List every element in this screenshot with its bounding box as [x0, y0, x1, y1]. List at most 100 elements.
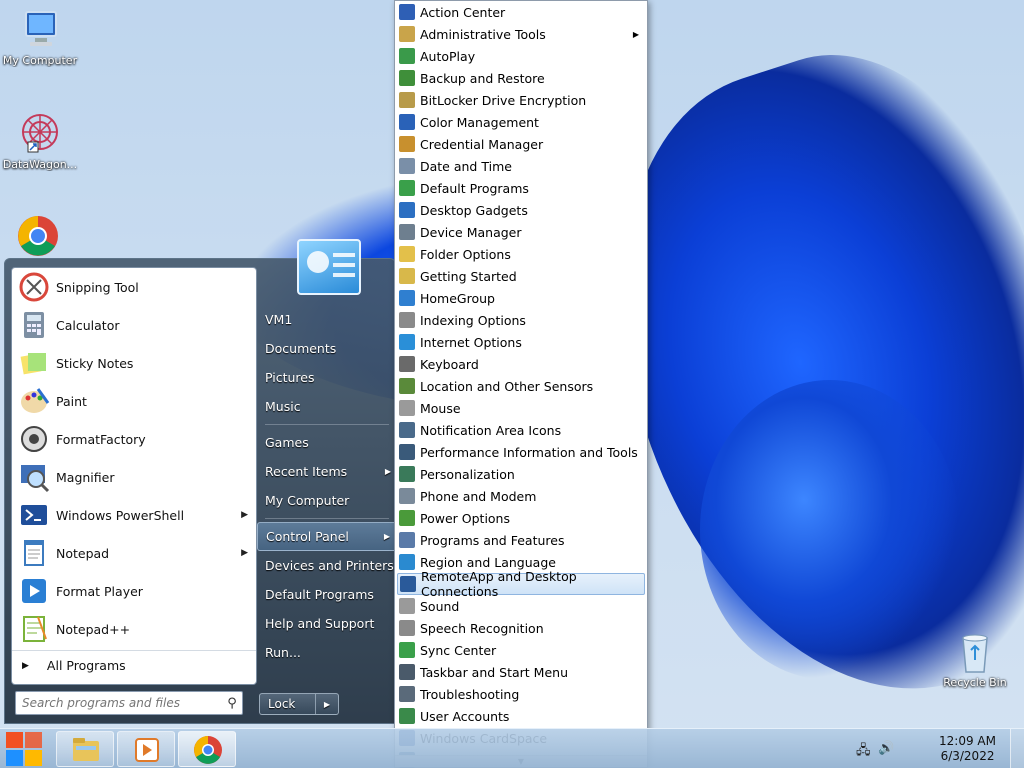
program-notepad[interactable]: Notepad ▶	[12, 534, 256, 572]
lock-control: Lock ▶	[259, 693, 339, 715]
cp-item-label: Programs and Features	[420, 532, 565, 548]
start-item-run[interactable]: Run...	[257, 638, 397, 667]
cp-item-folder-options[interactable]: Folder Options	[395, 243, 647, 265]
cp-item-label: AutoPlay	[420, 48, 476, 64]
start-item-control-panel[interactable]: Control Panel ▶	[257, 522, 397, 551]
taskbar-media-player[interactable]	[117, 731, 175, 767]
cp-item-taskbar-and-start-menu[interactable]: Taskbar and Start Menu	[395, 661, 647, 683]
region-and-language-icon	[399, 554, 415, 570]
start-item-label: Recent Items	[265, 464, 348, 479]
cp-item-power-options[interactable]: Power Options	[395, 507, 647, 529]
program-label: Notepad++	[56, 621, 131, 637]
cp-item-internet-options[interactable]: Internet Options	[395, 331, 647, 353]
cp-item-administrative-tools[interactable]: Administrative Tools ▶	[395, 23, 647, 45]
desktop-icon-chrome[interactable]	[0, 214, 76, 260]
cp-item-speech-recognition[interactable]: Speech Recognition	[395, 617, 647, 639]
shutdown-options-button[interactable]: ▶	[316, 694, 338, 714]
cp-item-action-center[interactable]: Action Center	[395, 1, 647, 23]
start-item-vm1[interactable]: VM1	[257, 305, 397, 334]
program-label: Sticky Notes	[56, 355, 134, 371]
start-item-documents[interactable]: Documents	[257, 334, 397, 363]
cp-item-device-manager[interactable]: Device Manager	[395, 221, 647, 243]
cp-item-sound[interactable]: Sound	[395, 595, 647, 617]
program-notepadpp[interactable]: Notepad++	[12, 610, 256, 648]
cp-item-credential-manager[interactable]: Credential Manager	[395, 133, 647, 155]
administrative-tools-icon	[399, 26, 415, 42]
start-item-my-computer[interactable]: My Computer	[257, 486, 397, 515]
desktop-icon-datawagon[interactable]: DataWagon...	[0, 112, 80, 171]
start-item-recent-items[interactable]: Recent Items ▶	[257, 457, 397, 486]
cp-item-bitlocker-drive-encryption[interactable]: BitLocker Drive Encryption	[395, 89, 647, 111]
cp-item-label: Power Options	[420, 510, 510, 526]
chevron-right-icon: ▶	[323, 699, 331, 709]
programs-and-features-icon	[399, 532, 415, 548]
cp-item-date-and-time[interactable]: Date and Time	[395, 155, 647, 177]
taskbar-chrome[interactable]	[178, 731, 236, 767]
program-label: Format Player	[56, 583, 143, 599]
start-right-pane: VM1 Documents Pictures Music Games Recen…	[257, 305, 397, 667]
taskbar-explorer[interactable]	[56, 731, 114, 767]
program-sticky-notes[interactable]: Sticky Notes	[12, 344, 256, 382]
start-item-devices-and-printers[interactable]: Devices and Printers	[257, 551, 397, 580]
internet-options-icon	[399, 334, 415, 350]
clock[interactable]: 12:09 AM 6/3/2022	[939, 734, 996, 764]
cp-item-color-management[interactable]: Color Management	[395, 111, 647, 133]
cp-item-phone-and-modem[interactable]: Phone and Modem	[395, 485, 647, 507]
cp-item-label: HomeGroup	[420, 290, 495, 306]
cp-item-label: Personalization	[420, 466, 515, 482]
lock-button[interactable]: Lock	[260, 694, 316, 714]
start-item-games[interactable]: Games	[257, 428, 397, 457]
search-box[interactable]: ⚲	[15, 691, 243, 715]
program-windows-powershell[interactable]: Windows PowerShell ▶	[12, 496, 256, 534]
cp-item-notification-area-icons[interactable]: Notification Area Icons	[395, 419, 647, 441]
cp-item-keyboard[interactable]: Keyboard	[395, 353, 647, 375]
start-item-pictures[interactable]: Pictures	[257, 363, 397, 392]
program-snipping-tool[interactable]: Snipping Tool	[12, 268, 256, 306]
user-picture[interactable]	[297, 239, 361, 295]
start-item-default-programs[interactable]: Default Programs	[257, 580, 397, 609]
program-calculator[interactable]: Calculator	[12, 306, 256, 344]
cp-item-personalization[interactable]: Personalization	[395, 463, 647, 485]
cp-item-sync-center[interactable]: Sync Center	[395, 639, 647, 661]
start-item-music[interactable]: Music	[257, 392, 397, 421]
program-paint[interactable]: Paint	[12, 382, 256, 420]
cp-item-homegroup[interactable]: HomeGroup	[395, 287, 647, 309]
all-programs[interactable]: ▶ All Programs	[12, 650, 256, 680]
cp-item-indexing-options[interactable]: Indexing Options	[395, 309, 647, 331]
program-label: Calculator	[56, 317, 120, 333]
cp-item-autoplay[interactable]: AutoPlay	[395, 45, 647, 67]
desktop-icon-recycle-bin[interactable]: Recycle Bin	[935, 630, 1015, 689]
volume-icon[interactable]: 🔊	[878, 741, 894, 756]
submenu-arrow-icon: ▶	[384, 467, 391, 476]
cp-item-location-and-other-sensors[interactable]: Location and Other Sensors	[395, 375, 647, 397]
search-input[interactable]	[16, 696, 222, 710]
cp-item-performance-information-and-tools[interactable]: Performance Information and Tools	[395, 441, 647, 463]
cp-item-troubleshooting[interactable]: Troubleshooting	[395, 683, 647, 705]
cp-item-getting-started[interactable]: Getting Started	[395, 265, 647, 287]
cp-item-label: Troubleshooting	[420, 686, 520, 702]
cp-item-default-programs[interactable]: Default Programs	[395, 177, 647, 199]
cp-item-desktop-gadgets[interactable]: Desktop Gadgets	[395, 199, 647, 221]
show-desktop-button[interactable]	[1010, 729, 1024, 768]
program-label: Magnifier	[56, 469, 115, 485]
cp-item-mouse[interactable]: Mouse	[395, 397, 647, 419]
search-icon[interactable]: ⚲	[222, 696, 242, 711]
start-button[interactable]	[4, 730, 46, 768]
bitlocker-drive-encryption-icon	[399, 92, 415, 108]
date-and-time-icon	[399, 158, 415, 174]
cp-item-programs-and-features[interactable]: Programs and Features	[395, 529, 647, 551]
cp-item-remoteapp-and-desktop-connections[interactable]: RemoteApp and Desktop Connections	[397, 569, 645, 599]
desktop-icon-my-computer[interactable]: My Computer	[0, 8, 80, 67]
cp-item-user-accounts[interactable]: User Accounts	[395, 705, 647, 727]
program-magnifier[interactable]: Magnifier	[12, 458, 256, 496]
start-item-help-and-support[interactable]: Help and Support	[257, 609, 397, 638]
control-panel-submenu: Action Center Administrative Tools ▶ AutoPl…	[394, 0, 648, 768]
start-menu: Snipping Tool Calculator Sticky Notes Pa…	[4, 239, 397, 724]
program-format-player[interactable]: Format Player	[12, 572, 256, 610]
cp-item-label: Internet Options	[420, 334, 522, 350]
program-formatfactory[interactable]: FormatFactory	[12, 420, 256, 458]
triangle-right-icon: ▶	[22, 660, 29, 671]
cp-item-backup-and-restore[interactable]: Backup and Restore	[395, 67, 647, 89]
network-icon[interactable]: 🖧	[856, 741, 871, 763]
cp-item-label: Desktop Gadgets	[420, 202, 528, 218]
